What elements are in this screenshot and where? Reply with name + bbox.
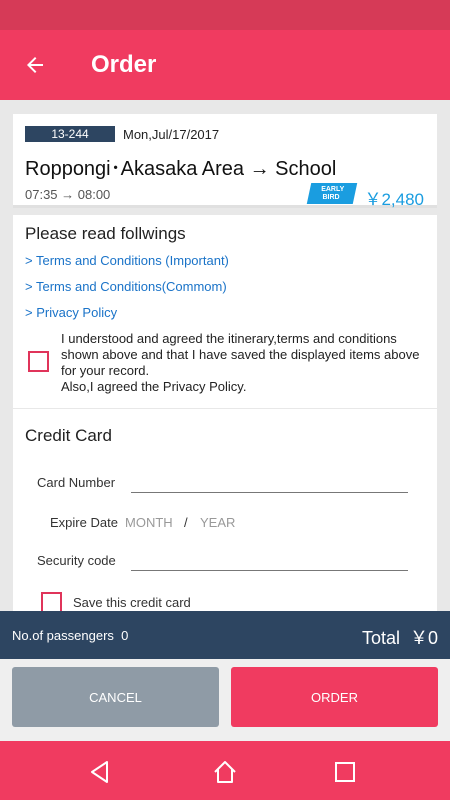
card-number-label: Card Number [37, 475, 116, 490]
card-number-input[interactable] [131, 473, 408, 493]
agreement-text-main: I understood and agreed the itinerary,te… [61, 331, 420, 378]
arrow-left-icon [27, 57, 43, 73]
action-buttons: CANCEL ORDER [0, 659, 450, 741]
terms-heading: Please read follwings [25, 224, 186, 243]
expire-year-select[interactable]: YEAR [200, 515, 235, 530]
security-code-label: Security code [37, 553, 116, 568]
passengers-info: No.of passengers 0 [12, 628, 128, 643]
page-title: Order [91, 51, 157, 78]
status-bar [0, 0, 450, 30]
agreement-checkbox[interactable] [28, 351, 49, 372]
trip-summary-card: 13-244 Mon,Jul/17/2017 Roppongi･Akasaka … [13, 114, 437, 209]
privacy-policy-link[interactable]: > Privacy Policy [25, 305, 117, 320]
back-triangle-icon[interactable] [87, 759, 113, 785]
order-scroll-area[interactable]: 13-244 Mon,Jul/17/2017 Roppongi･Akasaka … [0, 100, 450, 611]
save-card-checkbox[interactable] [41, 592, 62, 611]
save-card-label: Save this credit card [73, 595, 191, 610]
cancel-button[interactable]: CANCEL [12, 667, 219, 727]
expire-date-separator: / [184, 515, 188, 530]
early-bird-line2: BIRD [322, 194, 340, 201]
total-label: Total [361, 628, 400, 648]
early-bird-line1: EARLY [321, 186, 345, 193]
expire-month-select[interactable]: MONTH [125, 515, 173, 530]
trip-time: 07:35 → 08:00 [25, 187, 111, 202]
recents-square-icon[interactable] [332, 759, 358, 785]
system-nav-bar [0, 741, 450, 800]
expire-date-label: Expire Date [50, 515, 118, 530]
passengers-count: 0 [121, 628, 129, 643]
passengers-label: No.of passengers [12, 628, 114, 643]
total-value: ￥0 [409, 628, 438, 648]
back-arrow-button[interactable] [0, 30, 70, 100]
order-total: Total ￥0 [362, 624, 438, 650]
order-summary-bar: No.of passengers 0 Total ￥0 [0, 611, 450, 659]
trip-code-badge: 13-244 [25, 126, 115, 142]
terms-important-link[interactable]: > Terms and Conditions (Important) [25, 253, 229, 268]
home-icon[interactable] [212, 759, 238, 785]
order-button[interactable]: ORDER [231, 667, 438, 727]
terms-card: Please read follwings > Terms and Condit… [13, 215, 437, 408]
security-code-input[interactable] [131, 551, 408, 571]
trip-route: Roppongi･Akasaka Area → School [25, 158, 337, 180]
trip-price: ￥2,480 [364, 190, 424, 209]
early-bird-badge: EARLY BIRD [306, 183, 358, 204]
app-bar: Order [0, 30, 450, 100]
agreement-text-privacy: Also,I agreed the Privacy Policy. [61, 379, 247, 394]
credit-card-section: Credit Card Card Number Expire Date MONT… [13, 409, 437, 611]
terms-common-link[interactable]: > Terms and Conditions(Commom) [25, 279, 227, 294]
agreement-text: I understood and agreed the itinerary,te… [61, 331, 423, 395]
credit-card-heading: Credit Card [25, 426, 112, 445]
trip-date: Mon,Jul/17/2017 [123, 127, 220, 142]
